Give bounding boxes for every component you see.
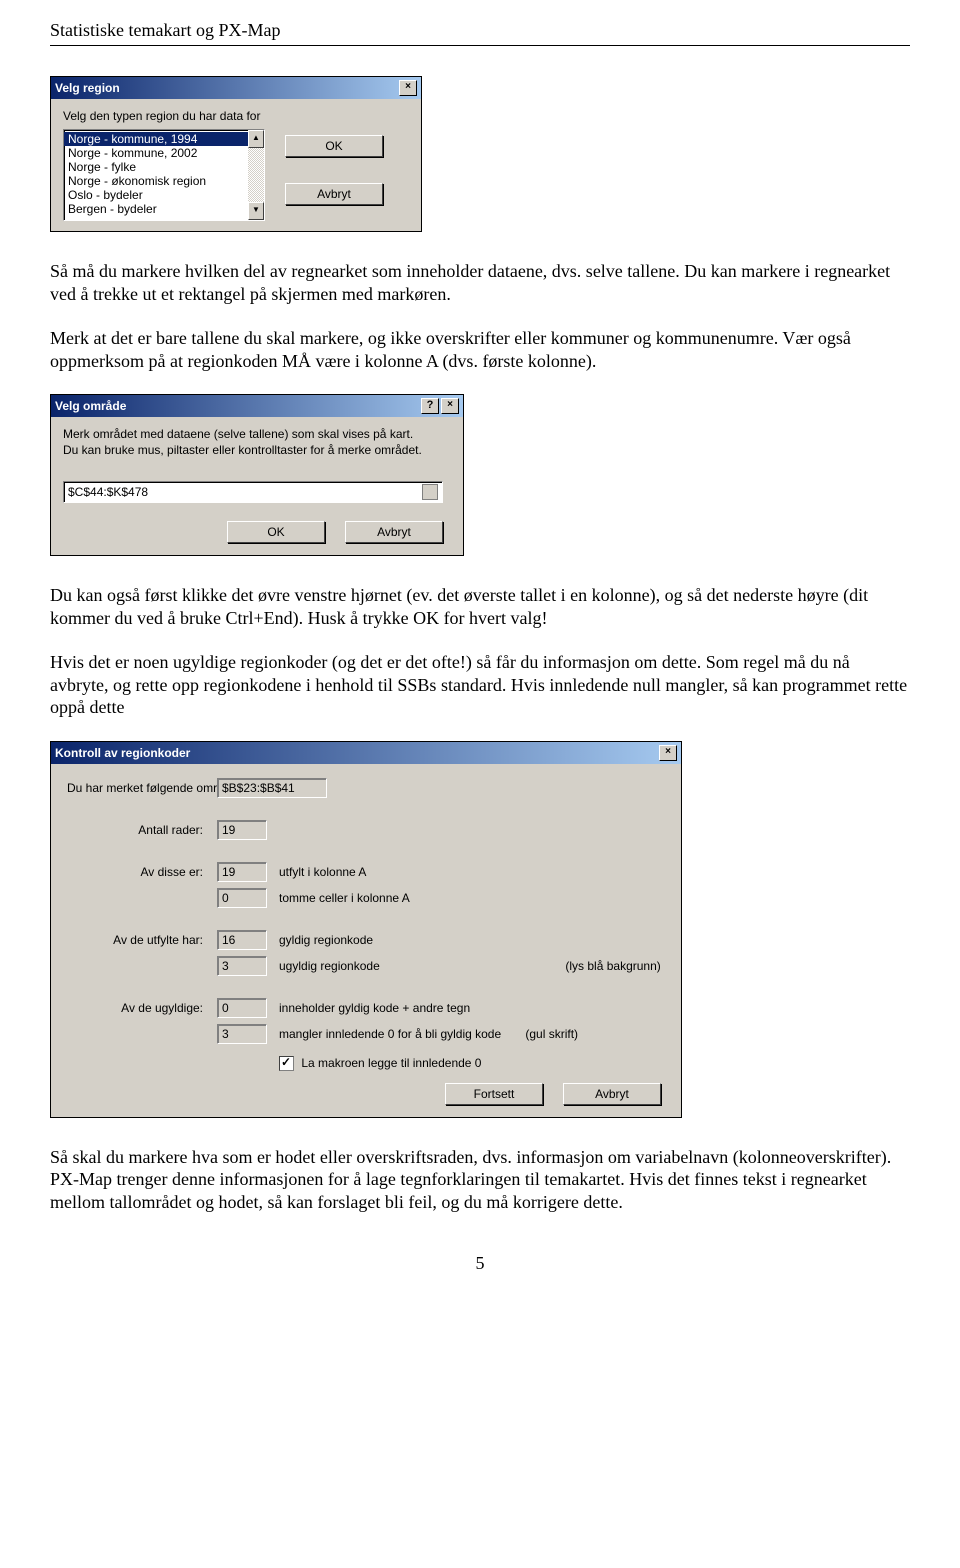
list-item[interactable]: Norge - kommune, 1994: [64, 132, 248, 146]
invalid-field: 3: [217, 956, 267, 976]
list-item[interactable]: Norge - økonomisk region: [64, 174, 248, 188]
list-item[interactable]: Norge - fylke: [64, 160, 248, 174]
row-count-field: 19: [217, 820, 267, 840]
extra-field: 0: [217, 998, 267, 1018]
label-row-count: Antall rader:: [67, 823, 217, 837]
marked-area-field: $B$23:$B$41: [217, 778, 327, 798]
titlebar: Kontroll av regionkoder ×: [51, 742, 681, 764]
dialog-title: Kontroll av regionkoder: [55, 746, 657, 760]
close-icon[interactable]: ×: [659, 745, 677, 761]
ok-button[interactable]: OK: [227, 521, 325, 543]
scroll-down-icon[interactable]: ▼: [248, 202, 264, 220]
text-missing-note: (gul skrift): [505, 1027, 665, 1041]
text-invalid-note: (lys blå bakgrunn): [505, 959, 665, 973]
dialog-text: Du kan bruke mus, piltaster eller kontro…: [63, 443, 451, 457]
label-of-invalid: Av de ugyldige:: [67, 1001, 217, 1015]
close-icon[interactable]: ×: [399, 80, 417, 96]
valid-field: 16: [217, 930, 267, 950]
dialog-title: Velg region: [55, 81, 397, 95]
region-listbox[interactable]: Norge - kommune, 1994 Norge - kommune, 2…: [63, 129, 265, 221]
label-of-these: Av disse er:: [67, 865, 217, 879]
help-icon[interactable]: ?: [421, 398, 439, 414]
range-value: $C$44:$K$478: [68, 485, 422, 499]
scrollbar[interactable]: ▲ ▼: [248, 130, 264, 220]
text-missing: mangler innledende 0 for å bli gyldig ko…: [271, 1027, 505, 1041]
cancel-button[interactable]: Avbryt: [563, 1083, 661, 1105]
dialog-velg-omrade: Velg område ? × Merk området med dataene…: [50, 394, 464, 556]
text-invalid: ugyldig regionkode: [271, 959, 505, 973]
dialog-prompt: Velg den typen region du har data for: [63, 109, 409, 123]
dialog-velg-region: Velg region × Velg den typen region du h…: [50, 76, 422, 232]
label-of-filled: Av de utfylte har:: [67, 933, 217, 947]
paragraph: Hvis det er noen ugyldige regionkoder (o…: [50, 651, 910, 719]
text-filled: utfylt i kolonne A: [271, 865, 665, 879]
page-number: 5: [50, 1253, 910, 1274]
empty-field: 0: [217, 888, 267, 908]
list-item[interactable]: Norge - kommune, 2002: [64, 146, 248, 160]
paragraph: Du kan også først klikke det øvre venstr…: [50, 584, 910, 629]
continue-button[interactable]: Fortsett: [445, 1083, 543, 1105]
ok-button[interactable]: OK: [285, 135, 383, 157]
cancel-button[interactable]: Avbryt: [285, 183, 383, 205]
scroll-up-icon[interactable]: ▲: [248, 130, 264, 148]
missing-field: 3: [217, 1024, 267, 1044]
checkbox-label: La makroen legge til innledende 0: [301, 1056, 481, 1070]
add-leading-zero-checkbox[interactable]: [279, 1056, 294, 1071]
filled-field: 19: [217, 862, 267, 882]
dialog-text: Merk området med dataene (selve tallene)…: [63, 427, 451, 441]
close-icon[interactable]: ×: [441, 398, 459, 414]
collapse-icon[interactable]: [422, 484, 438, 500]
list-item[interactable]: Bergen - bydeler: [64, 202, 248, 216]
titlebar: Velg region ×: [51, 77, 421, 99]
text-empty: tomme celler i kolonne A: [271, 891, 665, 905]
text-extra: inneholder gyldig kode + andre tegn: [271, 1001, 665, 1015]
dialog-title: Velg område: [55, 399, 419, 413]
list-item[interactable]: Oslo - bydeler: [64, 188, 248, 202]
paragraph: Så må du markere hvilken del av regneark…: [50, 260, 910, 305]
label-marked-area: Du har merket følgende område:: [67, 781, 217, 795]
paragraph: Merk at det er bare tallene du skal mark…: [50, 327, 910, 372]
dialog-kontroll-regionkoder: Kontroll av regionkoder × Du har merket …: [50, 741, 682, 1118]
cancel-button[interactable]: Avbryt: [345, 521, 443, 543]
page-header: Statistiske temakart og PX-Map: [50, 20, 910, 46]
paragraph: Så skal du markere hva som er hodet elle…: [50, 1146, 910, 1214]
text-valid: gyldig regionkode: [271, 933, 665, 947]
range-input[interactable]: $C$44:$K$478: [63, 481, 443, 503]
titlebar: Velg område ? ×: [51, 395, 463, 417]
